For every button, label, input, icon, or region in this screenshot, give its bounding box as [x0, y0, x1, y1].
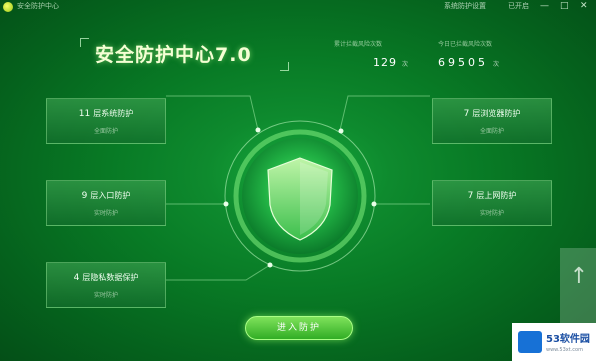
connector-line: [166, 264, 271, 281]
enter-protection-button[interactable]: 进入防护: [245, 316, 353, 340]
connector-line: [166, 95, 259, 131]
card-label: 层系统防护: [93, 109, 134, 118]
connector-line: [339, 95, 430, 131]
ring-node: [338, 128, 344, 134]
card-internet-protection[interactable]: 7 层上网防护 实时防护: [432, 180, 552, 226]
card-title: 11 层系统防护: [47, 108, 165, 119]
ring-node: [371, 201, 377, 207]
card-system-protection[interactable]: 11 层系统防护 全面防护: [46, 98, 166, 144]
card-label: 层隐私数据保护: [82, 273, 139, 282]
site-url: www.53xt.com: [546, 347, 583, 353]
card-title: 9 层入口防护: [47, 190, 165, 201]
card-status: 全面防护: [479, 128, 504, 135]
site-logo-icon: [518, 331, 542, 353]
card-status: 全面防护: [93, 128, 118, 135]
card-title: 4 层隐私数据保护: [47, 272, 165, 283]
card-count: 11: [78, 109, 91, 119]
card-status: 实时防护: [93, 292, 118, 299]
card-count: 7: [463, 109, 470, 119]
card-label: 层入口防护: [90, 191, 131, 200]
card-status: 实时防护: [93, 210, 118, 217]
ring-node: [267, 262, 273, 268]
card-entry-protection[interactable]: 9 层入口防护 实时防护: [46, 180, 166, 226]
ring-node: [255, 127, 261, 133]
ring-node: [223, 201, 229, 207]
card-label: 层上网防护: [476, 191, 517, 200]
card-count: 7: [467, 191, 474, 201]
card-title: 7 层上网防护: [433, 190, 551, 201]
card-label: 层浏览器防护: [472, 109, 521, 118]
card-count: 9: [81, 191, 88, 201]
card-privacy-protection[interactable]: 4 层隐私数据保护 实时防护: [46, 262, 166, 308]
arrow-up-icon[interactable]: ↑: [563, 252, 595, 302]
site-name: 53软件园: [546, 334, 590, 345]
site-watermark: 53软件园 www.53xt.com: [512, 323, 596, 361]
card-title: 7 层浏览器防护: [433, 108, 551, 119]
card-browser-protection[interactable]: 7 层浏览器防护 全面防护: [432, 98, 552, 144]
card-count: 4: [73, 273, 80, 283]
card-status: 实时防护: [479, 210, 504, 217]
